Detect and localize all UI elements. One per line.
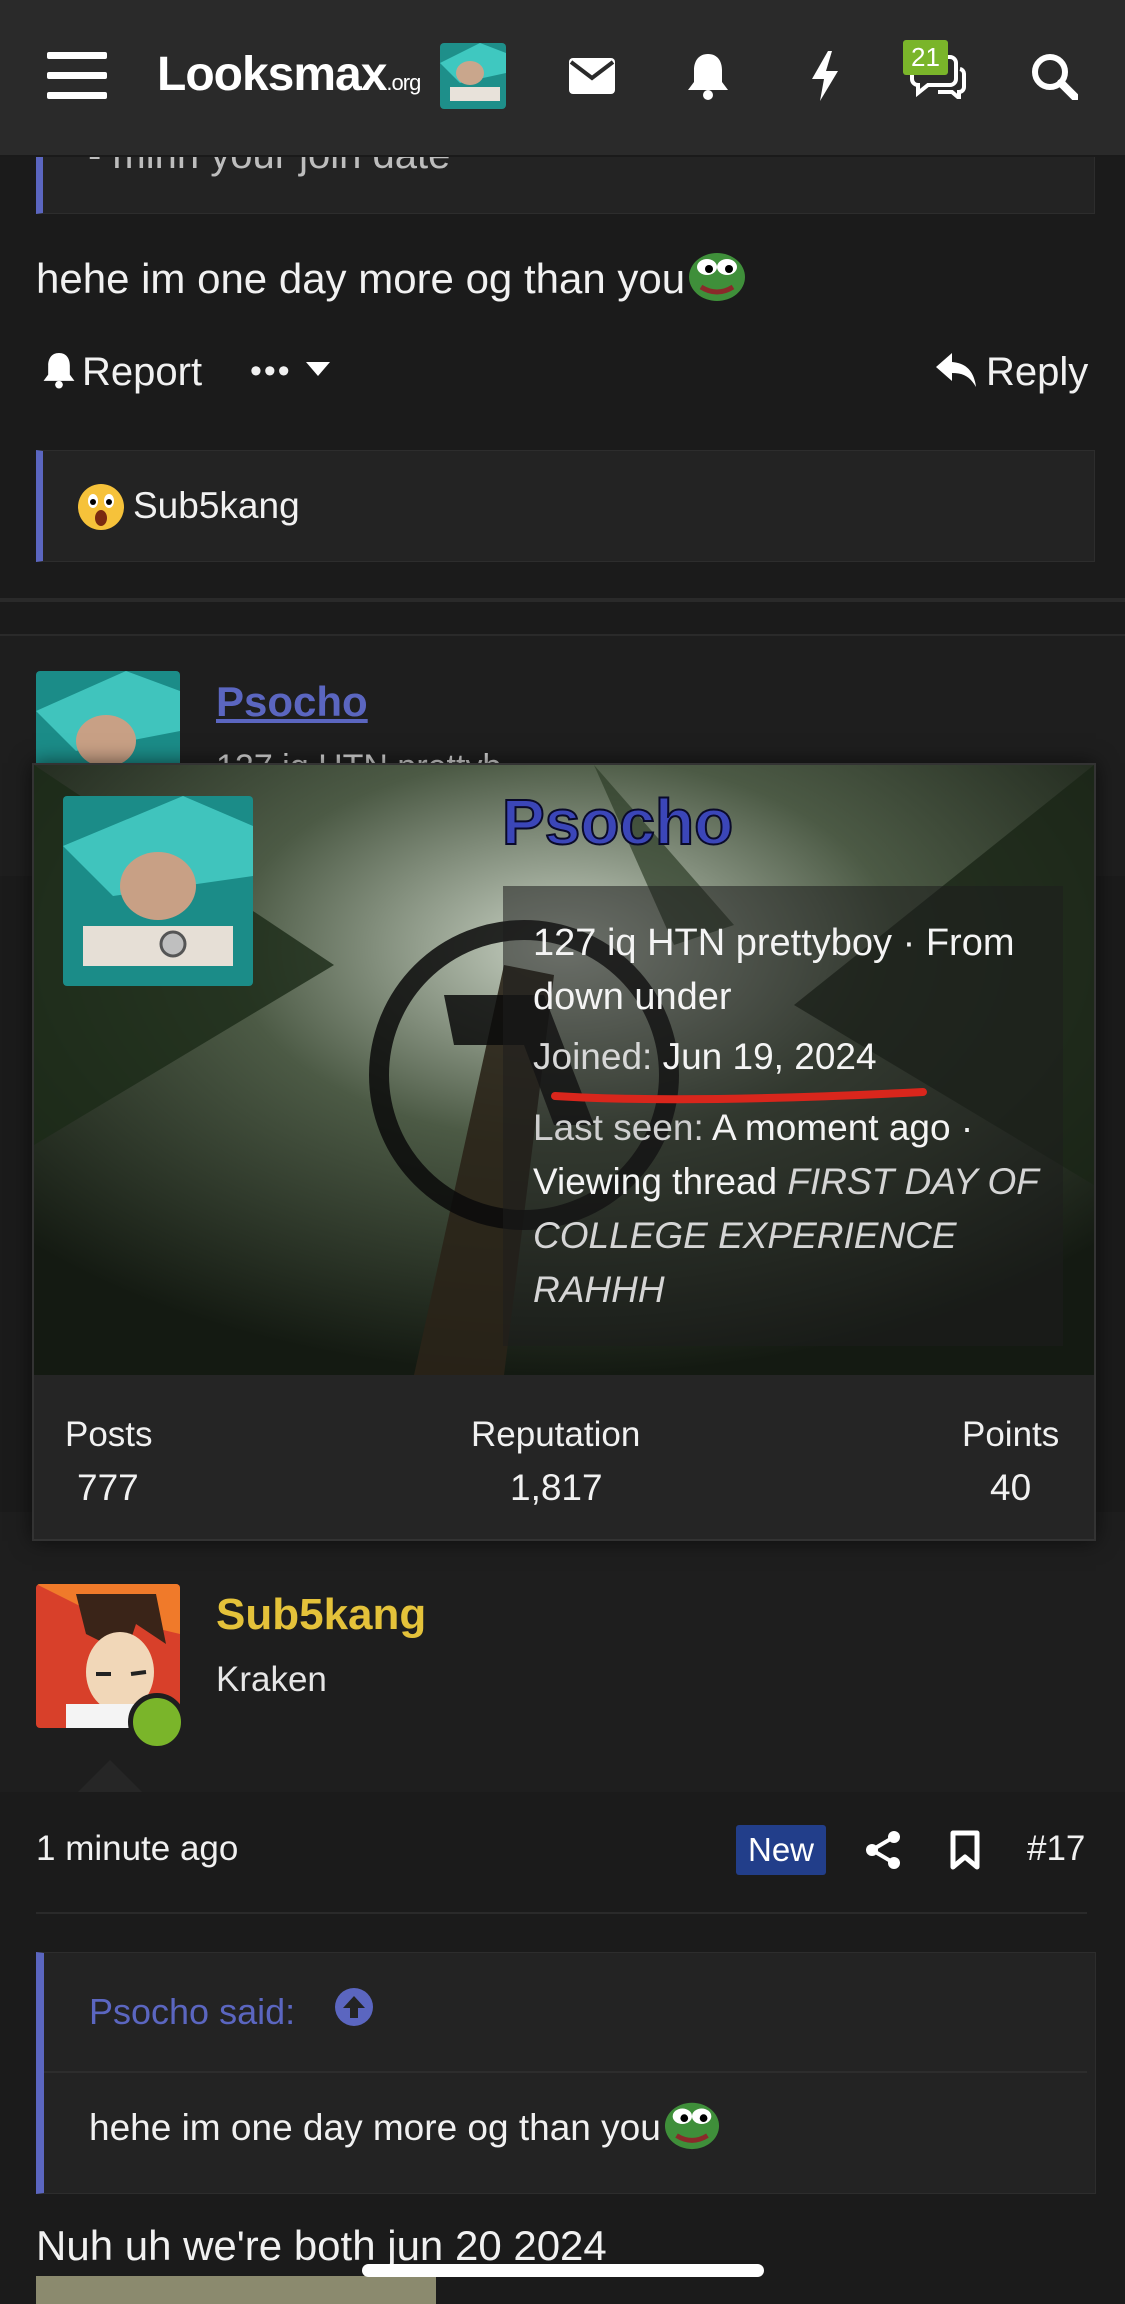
site-logo[interactable]: Looksmax.org bbox=[157, 47, 421, 102]
more-options-menu[interactable]: ••• bbox=[250, 352, 330, 391]
reactions-bar[interactable]: Sub5kang bbox=[36, 450, 1095, 562]
reply-button[interactable]: Reply bbox=[936, 350, 1088, 395]
reputation-label: Reputation bbox=[471, 1415, 641, 1454]
card-stats: Posts 777 Reputation 1,817 Points 40 bbox=[34, 1375, 1094, 1539]
posts-value[interactable]: 777 bbox=[77, 1467, 139, 1509]
bookmark-icon[interactable] bbox=[950, 1830, 980, 1875]
user-title: Kraken bbox=[216, 1660, 327, 1699]
online-status-indicator bbox=[128, 1693, 186, 1751]
more-dots-icon: ••• bbox=[250, 352, 292, 390]
joined-label: Joined: bbox=[533, 1036, 653, 1077]
report-button[interactable]: Report bbox=[42, 350, 202, 395]
menu-icon[interactable] bbox=[45, 44, 109, 108]
pepe-emoji-icon bbox=[687, 245, 747, 313]
post-timestamp[interactable]: 1 minute ago bbox=[36, 1829, 238, 1869]
member-tooltip-card: Psocho 127 iq HTN prettyboy · From down … bbox=[32, 763, 1096, 1541]
card-info-panel: 127 iq HTN prettyboy · From down under J… bbox=[503, 886, 1063, 1346]
pepe-emoji-icon bbox=[663, 2095, 721, 2160]
attached-image[interactable] bbox=[36, 2276, 436, 2304]
quote-block: Psocho said: hehe im one day more og tha… bbox=[36, 1952, 1096, 2194]
joined-row: Joined: Jun 19, 2024 bbox=[533, 1036, 877, 1078]
reputation-value[interactable]: 1,817 bbox=[510, 1467, 603, 1509]
card-avatar[interactable] bbox=[63, 796, 253, 986]
post-body: hehe im one day more og than you bbox=[36, 245, 747, 313]
reply-label: Reply bbox=[986, 350, 1089, 394]
post-username[interactable]: Sub5kang bbox=[216, 1590, 426, 1640]
bell-icon bbox=[42, 351, 76, 394]
bell-icon[interactable] bbox=[676, 44, 740, 108]
points-label: Points bbox=[962, 1415, 1060, 1454]
go-to-post-arrow-icon[interactable] bbox=[334, 1987, 374, 2032]
new-badge: New bbox=[736, 1825, 827, 1875]
post-divider bbox=[0, 598, 1125, 602]
last-seen-value: A moment ago · bbox=[711, 1107, 974, 1148]
home-indicator[interactable] bbox=[362, 2264, 764, 2277]
post-number-link[interactable]: #17 bbox=[1027, 1829, 1085, 1869]
mail-icon[interactable] bbox=[560, 44, 624, 108]
notification-count-badge: 21 bbox=[903, 40, 948, 75]
quote-body: hehe im one day more og than you bbox=[89, 2095, 721, 2160]
bolt-icon[interactable] bbox=[793, 44, 857, 108]
posts-label: Posts bbox=[65, 1415, 153, 1454]
shocked-emoji-icon bbox=[77, 483, 125, 536]
post-username[interactable]: Psocho bbox=[216, 678, 368, 726]
post-body-text: hehe im one day more og than you bbox=[36, 255, 686, 302]
divider bbox=[36, 1912, 1087, 1914]
joined-date: Jun 19, 2024 bbox=[662, 1036, 877, 1077]
chevron-down-icon bbox=[305, 362, 330, 381]
share-icon[interactable] bbox=[864, 1830, 902, 1875]
top-navigation-bar: Looksmax.org 21 bbox=[0, 0, 1125, 155]
last-seen-block: Last seen: A moment ago · Viewing thread… bbox=[533, 1101, 1053, 1317]
points-value[interactable]: 40 bbox=[990, 1467, 1031, 1509]
quote-body-text: hehe im one day more og than you bbox=[89, 2106, 661, 2148]
reaction-username[interactable]: Sub5kang bbox=[133, 485, 300, 527]
report-label: Report bbox=[82, 350, 203, 394]
card-user-title: 127 iq HTN prettyboy · From down under bbox=[533, 922, 1015, 1018]
post-body: Nuh uh we're both jun 20 2024 bbox=[36, 2222, 607, 2269]
user-avatar[interactable] bbox=[440, 43, 506, 109]
reply-arrow-icon bbox=[936, 353, 976, 392]
card-username[interactable]: Psocho bbox=[501, 785, 734, 859]
arrow-pointer bbox=[78, 1760, 142, 1792]
quote-author[interactable]: Psocho said: bbox=[89, 1991, 295, 2033]
activity-prefix: Viewing thread bbox=[533, 1161, 778, 1202]
search-icon[interactable] bbox=[1022, 44, 1086, 108]
last-seen-label: Last seen: bbox=[533, 1107, 704, 1148]
